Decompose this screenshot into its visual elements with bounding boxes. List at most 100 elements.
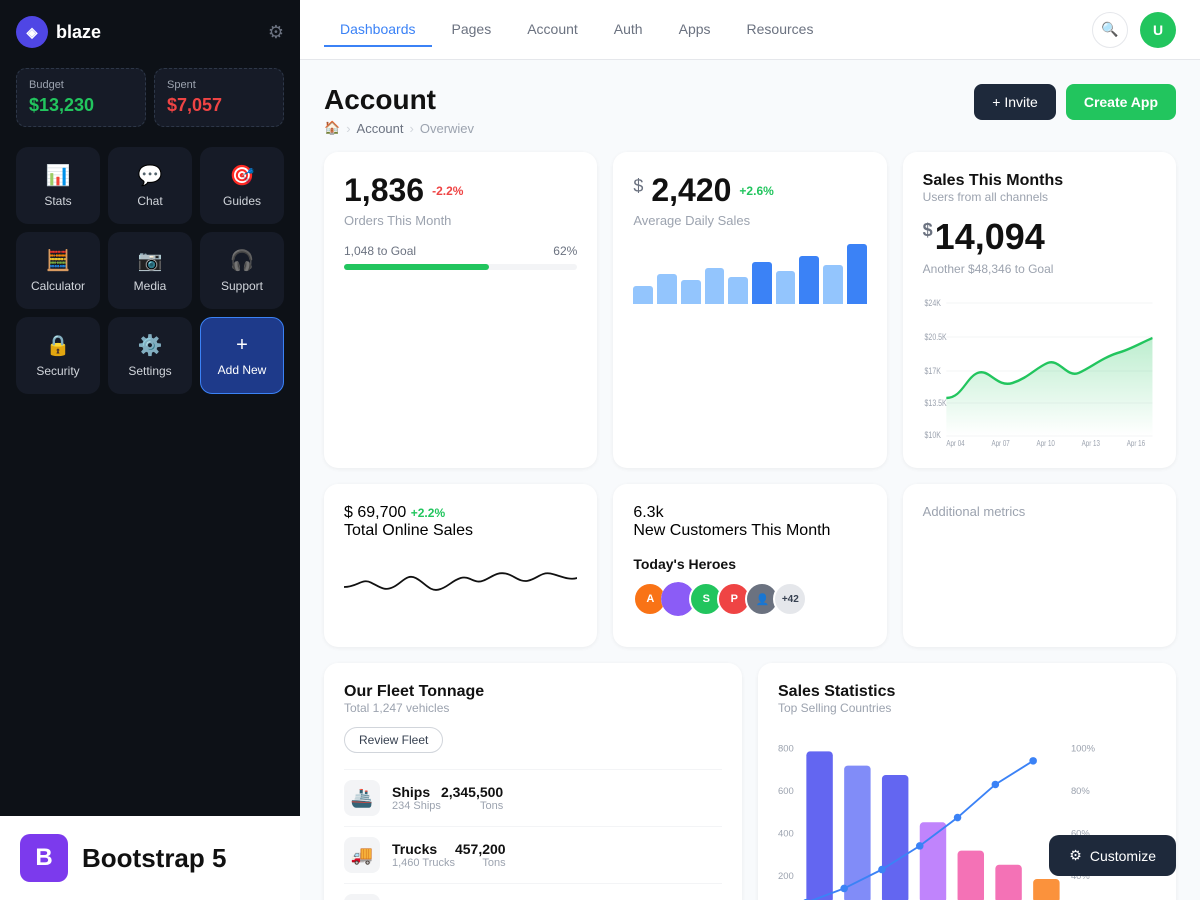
sales-month-sub: Users from all channels xyxy=(923,190,1156,204)
sidebar-item-support[interactable]: 🎧 Support xyxy=(200,232,284,309)
chat-icon: 💬 xyxy=(138,163,163,188)
row3: Our Fleet Tonnage Total 1,247 vehicles R… xyxy=(324,663,1176,900)
svg-text:$17K: $17K xyxy=(924,366,941,376)
sidebar-header: ◈ blaze ⚙ xyxy=(16,16,284,48)
online-sales-change: +2.2% xyxy=(411,506,445,520)
support-label: Support xyxy=(221,279,263,293)
sales-month-card: Sales This Months Users from all channel… xyxy=(903,152,1176,468)
svg-text:80%: 80% xyxy=(1071,786,1090,797)
user-avatar[interactable]: U xyxy=(1140,12,1176,48)
svg-text:Apr 10: Apr 10 xyxy=(1036,439,1054,448)
review-fleet-button[interactable]: Review Fleet xyxy=(344,727,443,753)
logo-area: ◈ blaze xyxy=(16,16,101,48)
tab-dashboards[interactable]: Dashboards xyxy=(324,13,432,47)
hero-avatar-count: +42 xyxy=(773,582,807,616)
bootstrap-icon: B xyxy=(20,834,68,882)
trucks-amount: 457,200 Tons xyxy=(455,841,506,869)
tab-apps[interactable]: Apps xyxy=(663,13,727,47)
trucks-icon: 🚚 xyxy=(344,837,380,873)
ships-name: Ships xyxy=(392,784,441,800)
breadcrumb-overview: Overwiev xyxy=(420,121,474,136)
bar-1 xyxy=(633,286,653,304)
tab-account[interactable]: Account xyxy=(511,13,594,47)
sidebar-item-settings[interactable]: ⚙️ Settings xyxy=(108,317,192,394)
sidebar-item-guides[interactable]: 🎯 Guides xyxy=(200,147,284,224)
chat-label: Chat xyxy=(137,194,162,208)
customize-button[interactable]: ⚙ Customize xyxy=(1049,835,1176,876)
progress-label: 1,048 to Goal xyxy=(344,244,416,258)
spent-label: Spent xyxy=(167,79,271,91)
mini-bar-chart xyxy=(633,244,866,304)
fleet-card: Our Fleet Tonnage Total 1,247 vehicles R… xyxy=(324,663,742,900)
customize-icon: ⚙ xyxy=(1069,847,1082,864)
page-header: Account 🏠 › Account › Overwiev + Invite … xyxy=(324,84,1176,136)
fleet-row-trucks: 🚚 Trucks 1,460 Trucks 457,200 Tons xyxy=(344,826,722,883)
sales-line-chart: $24K $20.5K $17K $13.5K $10K xyxy=(923,288,1156,448)
daily-sales-value: $ 2,420 +2.6% xyxy=(633,172,866,209)
sidebar-item-calculator[interactable]: 🧮 Calculator xyxy=(16,232,100,309)
svg-text:800: 800 xyxy=(778,743,794,754)
sidebar-item-security[interactable]: 🔒 Security xyxy=(16,317,100,394)
bar-8 xyxy=(799,256,819,304)
svg-text:Apr 13: Apr 13 xyxy=(1081,439,1099,448)
breadcrumb: 🏠 › Account › Overwiev xyxy=(324,120,474,136)
daily-sales-label: Average Daily Sales xyxy=(633,213,866,228)
bootstrap-badge: B Bootstrap 5 xyxy=(0,816,300,900)
fleet-title: Our Fleet Tonnage xyxy=(344,683,722,701)
svg-text:Apr 04: Apr 04 xyxy=(946,439,964,448)
sidebar-item-add-new[interactable]: + Add New xyxy=(200,317,284,394)
online-sales-label: Total Online Sales xyxy=(344,522,577,540)
search-button[interactable]: 🔍 xyxy=(1092,12,1128,48)
heroes-section: Today's Heroes A S P 👤 +42 xyxy=(633,556,866,616)
progress-pct: 62% xyxy=(553,244,577,258)
ships-icon: 🚢 xyxy=(344,780,380,816)
progress-bar-container: 1,048 to Goal 62% xyxy=(344,244,577,270)
main-content: Dashboards Pages Account Auth Apps Resou… xyxy=(300,0,1200,900)
daily-sales-card: $ 2,420 +2.6% Average Daily Sales xyxy=(613,152,886,468)
page-area: Account 🏠 › Account › Overwiev + Invite … xyxy=(300,60,1200,900)
budget-label: Budget xyxy=(29,79,133,91)
svg-text:Apr 07: Apr 07 xyxy=(991,439,1009,448)
trucks-name: Trucks xyxy=(392,841,455,857)
ships-sub: 234 Ships xyxy=(392,800,441,812)
tab-pages[interactable]: Pages xyxy=(436,13,508,47)
page-actions: + Invite Create App xyxy=(974,84,1176,120)
online-sales-card: $ 69,700 +2.2% Total Online Sales xyxy=(324,484,597,647)
extra-card: Additional metrics xyxy=(903,484,1176,647)
calculator-icon: 🧮 xyxy=(46,248,71,273)
menu-icon[interactable]: ⚙ xyxy=(268,22,284,43)
orders-change: -2.2% xyxy=(432,184,463,198)
guides-icon: 🎯 xyxy=(230,163,255,188)
svg-text:100%: 100% xyxy=(1071,743,1096,754)
orders-value: 1,836 -2.2% xyxy=(344,172,577,209)
tab-resources[interactable]: Resources xyxy=(731,13,830,47)
budget-cards: Budget $13,230 Spent $7,057 xyxy=(16,68,284,127)
sidebar-item-stats[interactable]: 📊 Stats xyxy=(16,147,100,224)
svg-text:400: 400 xyxy=(778,828,794,839)
stats-label: Stats xyxy=(44,194,71,208)
sales-stats-title: Sales Statistics xyxy=(778,683,1156,701)
orders-card: 1,836 -2.2% Orders This Month 1,048 to G… xyxy=(324,152,597,468)
svg-text:600: 600 xyxy=(778,786,794,797)
customers-value: 6.3k xyxy=(633,504,866,522)
page-title-area: Account 🏠 › Account › Overwiev xyxy=(324,84,474,136)
invite-button[interactable]: + Invite xyxy=(974,84,1056,120)
settings-icon: ⚙️ xyxy=(138,333,163,358)
svg-text:$20.5K: $20.5K xyxy=(924,332,947,342)
sidebar-item-media[interactable]: 📷 Media xyxy=(108,232,192,309)
customers-label: New Customers This Month xyxy=(633,522,866,540)
daily-sales-change: +2.6% xyxy=(739,184,773,198)
sidebar-item-chat[interactable]: 💬 Chat xyxy=(108,147,192,224)
create-app-button[interactable]: Create App xyxy=(1066,84,1176,120)
breadcrumb-account: Account xyxy=(357,121,404,136)
sales-month-note: Another $48,346 to Goal xyxy=(923,262,1156,276)
settings-label: Settings xyxy=(128,364,171,378)
tab-auth[interactable]: Auth xyxy=(598,13,659,47)
bar-9 xyxy=(823,265,843,304)
online-sales-value: $ 69,700 +2.2% xyxy=(344,504,577,522)
add-new-icon: + xyxy=(236,334,248,357)
media-label: Media xyxy=(134,279,167,293)
stats-icon: 📊 xyxy=(46,163,71,188)
svg-text:$24K: $24K xyxy=(924,298,941,308)
stats-row: 1,836 -2.2% Orders This Month 1,048 to G… xyxy=(324,152,1176,468)
